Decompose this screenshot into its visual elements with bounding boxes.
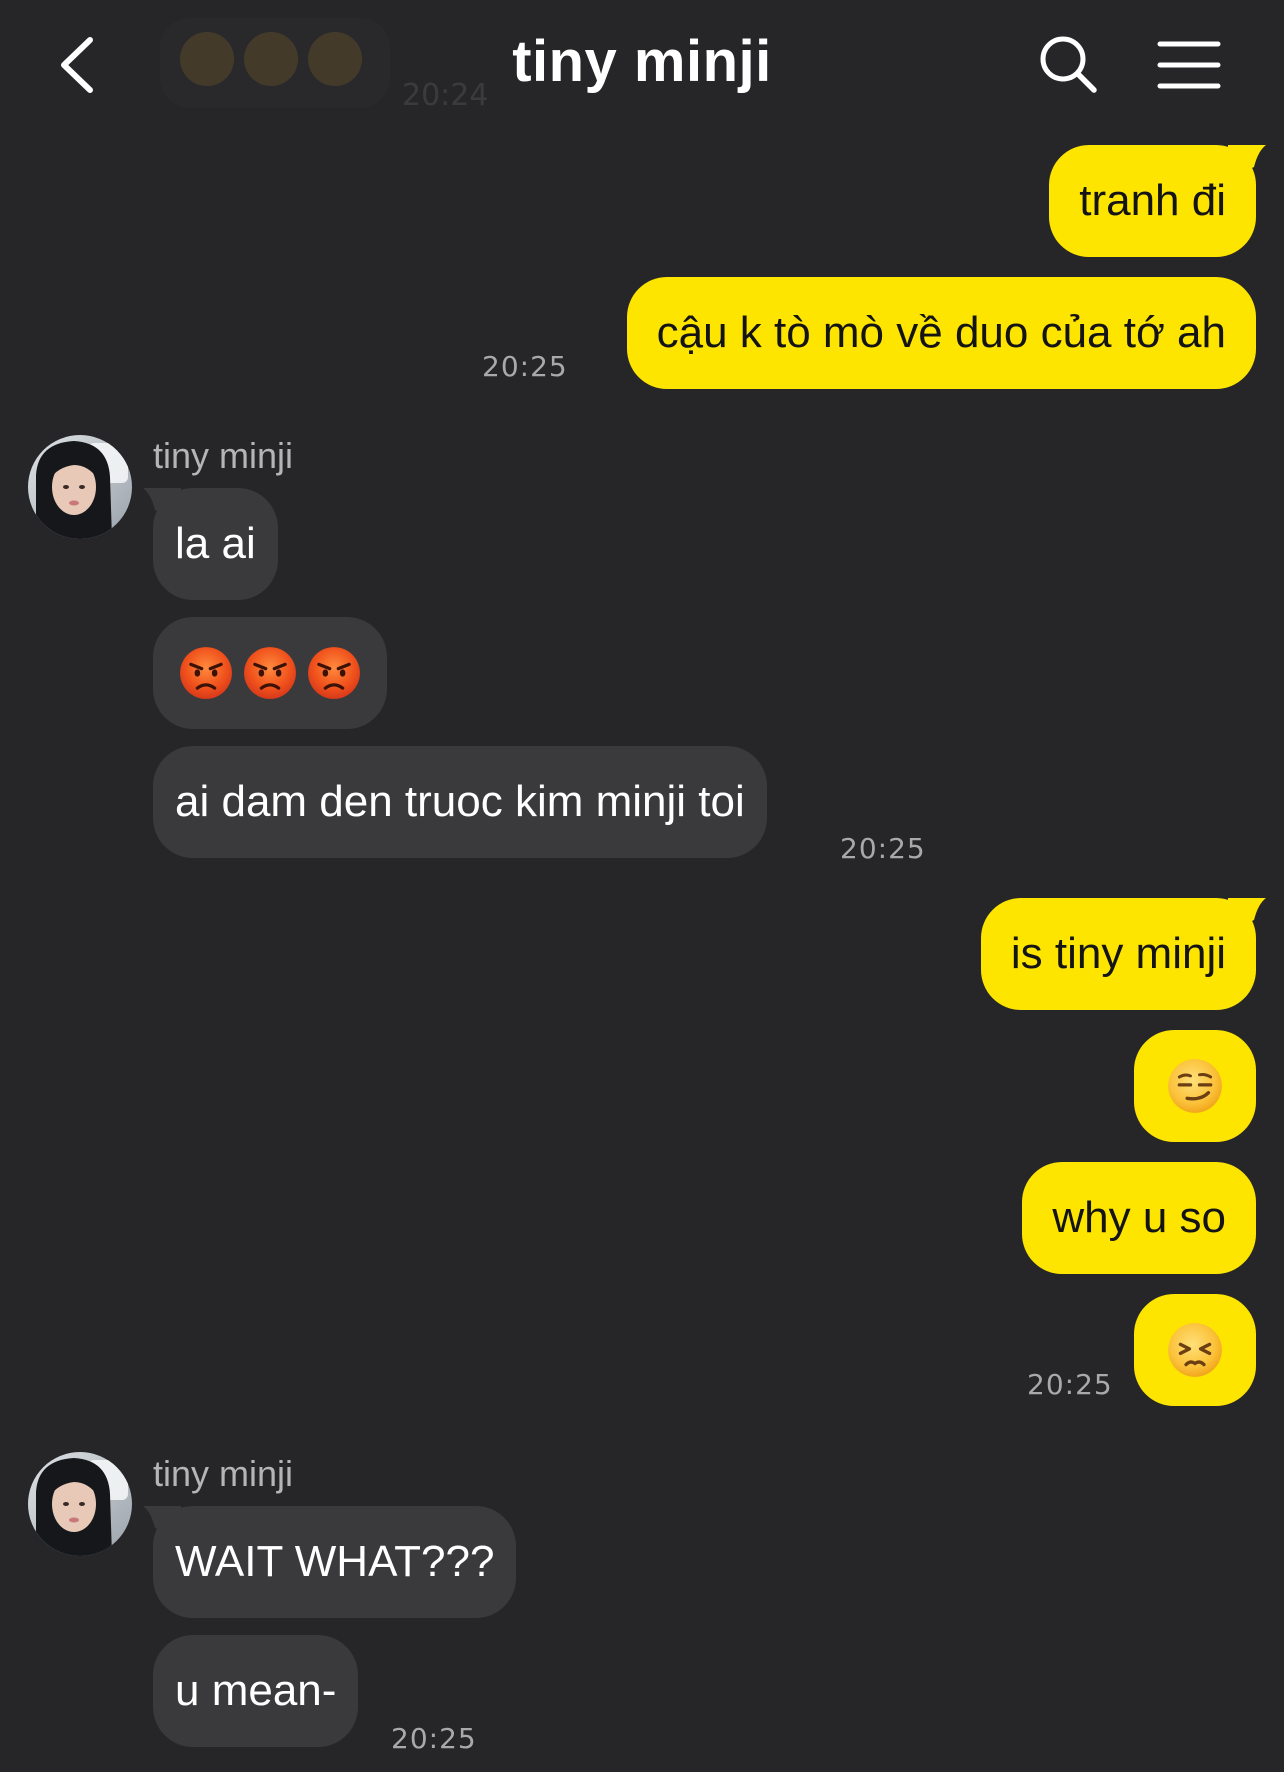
my-message-bubble[interactable]: why u so xyxy=(1022,1162,1256,1274)
bubble-tail xyxy=(1228,898,1266,932)
persevering-face-icon xyxy=(1168,1323,1222,1377)
profile-photo xyxy=(28,1452,132,1556)
search-button[interactable] xyxy=(1036,32,1100,96)
hamburger-menu-icon xyxy=(1157,41,1221,89)
message-text: cậu k tò mò về duo của tớ ah xyxy=(656,308,1226,357)
smirking-face-icon xyxy=(1168,1059,1222,1113)
angry-face-icon xyxy=(243,646,297,700)
their-message-bubble[interactable]: ai dam den truoc kim minji toi xyxy=(153,746,767,858)
bubble-tail xyxy=(143,1506,181,1540)
bubble-tail xyxy=(143,488,181,522)
their-emoji-bubble[interactable] xyxy=(153,617,387,729)
their-message-bubble[interactable]: la ai xyxy=(143,488,278,600)
angry-face-icon xyxy=(179,646,233,700)
message-text: why u so xyxy=(1052,1193,1226,1242)
message-timestamp: 20:25 xyxy=(1027,1368,1113,1401)
message-timestamp: 20:25 xyxy=(482,350,568,383)
message-text: la ai xyxy=(175,519,256,568)
sender-name: tiny minji xyxy=(153,435,294,476)
message-timestamp: 20:25 xyxy=(840,832,926,865)
message-text: tranh đi xyxy=(1079,176,1226,225)
profile-photo xyxy=(28,435,132,539)
message-timestamp: 20:25 xyxy=(391,1722,477,1755)
angry-face-icon xyxy=(307,646,361,700)
message-text: u mean- xyxy=(175,1666,337,1715)
avatar[interactable] xyxy=(28,1452,132,1556)
my-message-bubble[interactable]: cậu k tò mò về duo của tớ ah xyxy=(626,277,1256,389)
avatar[interactable] xyxy=(28,435,132,539)
search-icon xyxy=(1040,36,1097,93)
bubble-tail xyxy=(1228,145,1266,179)
my-emoji-bubble[interactable] xyxy=(1134,1030,1256,1142)
their-message-bubble[interactable]: u mean- xyxy=(153,1635,359,1747)
sender-name: tiny minji xyxy=(153,1453,294,1494)
message-text: ai dam den truoc kim minji toi xyxy=(175,777,745,826)
their-message-bubble[interactable]: WAIT WHAT??? xyxy=(143,1506,517,1618)
my-message-bubble[interactable]: tranh đi xyxy=(1049,145,1266,257)
my-emoji-bubble[interactable] xyxy=(1134,1294,1256,1406)
message-text: is tiny minji xyxy=(1010,929,1226,978)
message-text: WAIT WHAT??? xyxy=(175,1537,495,1586)
menu-button[interactable] xyxy=(1156,38,1222,92)
my-message-bubble[interactable]: is tiny minji xyxy=(980,898,1266,1010)
chat-header: 20:24 tiny minji xyxy=(0,0,1284,130)
